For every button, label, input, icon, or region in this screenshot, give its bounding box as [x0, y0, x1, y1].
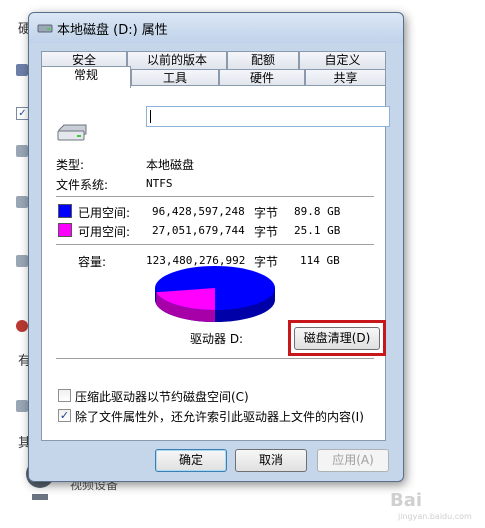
filesystem-value: NTFS: [146, 177, 173, 190]
bg-drive-icon-3: [16, 196, 28, 208]
compress-option[interactable]: 压缩此驱动器以节约磁盘空间(C): [58, 388, 378, 404]
properties-dialog: 本地磁盘 (D:) 属性 安全 以前的版本 配额 自定义 常规 工具 硬件 共享…: [28, 12, 404, 482]
tab-general[interactable]: 常规: [41, 66, 131, 88]
used-space-label: 已用空间:: [78, 206, 131, 220]
general-panel: 类型: 本地磁盘 文件系统: NTFS 已用空间: 96,428,597,248…: [41, 85, 390, 441]
title-bar[interactable]: 本地磁盘 (D:) 属性: [29, 13, 403, 43]
ok-button[interactable]: 确定: [155, 449, 227, 472]
used-space-bytes: 96,428,597,248: [152, 205, 245, 218]
compress-label: 压缩此驱动器以节约磁盘空间(C): [75, 390, 249, 404]
capacity-label: 容量:: [78, 255, 107, 269]
compress-checkbox[interactable]: [58, 389, 71, 402]
bg-drive-icon-4: [16, 255, 28, 267]
text-caret: [150, 110, 151, 123]
free-space-bytes: 27,051,679,744: [152, 224, 245, 237]
tab-customize[interactable]: 自定义: [299, 51, 386, 69]
type-value: 本地磁盘: [146, 158, 195, 172]
type-label: 类型:: [56, 158, 85, 172]
used-space-swatch: [58, 204, 72, 218]
bg-drive-icon: [16, 64, 28, 76]
used-space-size: 89.8 GB: [294, 205, 341, 218]
apply-button[interactable]: 应用(A): [317, 449, 389, 472]
tab-quota[interactable]: 配额: [227, 51, 299, 69]
drive-label: 驱动器 D:: [190, 332, 244, 346]
divider: [56, 358, 374, 359]
watermark-url: jingyan.baidu.com: [398, 512, 472, 521]
volume-name-input[interactable]: [146, 106, 390, 127]
bg-drive-icon-5: [16, 400, 28, 412]
filesystem-label: 文件系统:: [56, 178, 109, 192]
free-space-size: 25.1 GB: [294, 224, 341, 237]
tab-previous-versions[interactable]: 以前的版本: [127, 51, 227, 69]
capacity-size: 114 GB: [300, 254, 340, 267]
bg-app-icon: [16, 320, 28, 332]
baidu-watermark: Bai jingyan.baidu.com: [390, 484, 480, 524]
watermark-brand: Bai: [390, 490, 423, 511]
used-space-unit: 字节: [254, 206, 279, 220]
index-checkbox[interactable]: ✓: [58, 409, 71, 422]
index-label: 除了文件属性外，还允许索引此驱动器上文件的内容(I): [75, 410, 364, 424]
free-space-swatch: [58, 223, 72, 237]
free-space-unit: 字节: [254, 225, 279, 239]
divider: [56, 196, 374, 197]
dialog-title: 本地磁盘 (D:) 属性: [57, 23, 168, 38]
hard-drive-icon: [57, 124, 87, 141]
disk-usage-pie-chart: [155, 266, 275, 322]
index-option[interactable]: ✓ 除了文件属性外，还允许索引此驱动器上文件的内容(I): [58, 408, 378, 424]
drive-icon: [37, 24, 53, 33]
cancel-button[interactable]: 取消: [235, 449, 307, 472]
disk-cleanup-button[interactable]: 磁盘清理(D): [294, 327, 380, 350]
disk-usage-pie: [152, 264, 278, 324]
bg-drive-icon-2: [16, 145, 28, 157]
divider: [56, 244, 374, 245]
free-space-label: 可用空间:: [78, 225, 131, 239]
